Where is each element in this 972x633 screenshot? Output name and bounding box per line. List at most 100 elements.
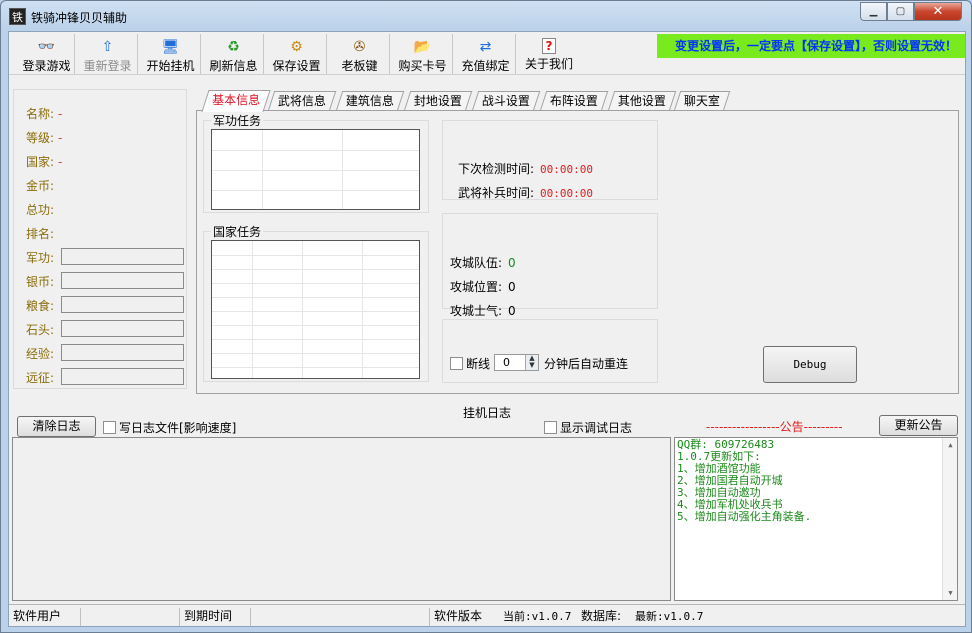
name-value: - (58, 107, 63, 121)
expedition-label: 远征: (26, 371, 55, 385)
next-check-row: 下次检测时间: 00:00:00 (458, 160, 593, 177)
tab-building-info[interactable]: 建筑信息 (335, 91, 405, 111)
reconnect-group (442, 319, 658, 383)
start-hangup-button[interactable]: 🖥 开始挂机 (141, 34, 201, 74)
tab-basic-info[interactable]: 基本信息 (201, 90, 271, 112)
reconnect-row: 断线 (450, 355, 490, 372)
country-row: 国家: - (26, 153, 62, 170)
refresh-info-button[interactable]: ♻ 刷新信息 (204, 34, 264, 74)
current-version-value: 当前:v1.0.7 (503, 610, 572, 623)
toolbar-label: 老板键 (341, 59, 378, 73)
write-log-option[interactable]: 写日志文件[影响速度] (103, 419, 236, 436)
food-label: 粮食: (26, 299, 55, 313)
rank-label: 排名: (26, 227, 55, 241)
refresh-icon: ♻ (227, 39, 240, 55)
country-task-list[interactable] (211, 240, 420, 379)
status-version-label: 软件版本 (429, 608, 482, 626)
show-debug-label: 显示调试日志 (560, 421, 633, 435)
scroll-up-icon[interactable]: ▲ (943, 438, 957, 452)
country-task-title: 国家任务 (211, 223, 264, 240)
write-log-checkbox[interactable] (103, 421, 116, 434)
recharge-bind-button[interactable]: ⇄ 充值绑定 (456, 34, 516, 74)
update-announcement-button[interactable]: 更新公告 (879, 415, 958, 436)
reconnect-minutes-value: 0 (503, 356, 510, 369)
about-us-button[interactable]: ? 关于我们 (519, 34, 579, 74)
basic-info-panel: 军功任务 国家任务 下次检测时间: 00:00:00 武将补兵时间: 00:00… (196, 110, 959, 394)
tab-fief-settings[interactable]: 封地设置 (403, 91, 473, 111)
login-icon: 👓 (37, 39, 56, 55)
siege-morale-value: 0 (508, 304, 516, 318)
replenish-row: 武将补兵时间: 00:00:00 (458, 184, 593, 201)
name-row: 名称: - (26, 105, 62, 122)
status-user-value (80, 608, 180, 626)
tab-label: 封地设置 (413, 94, 462, 108)
tab-chat-room[interactable]: 聊天室 (673, 91, 731, 111)
buy-card-icon: 📂 (413, 39, 432, 55)
experience-label: 经验: (26, 347, 55, 361)
announcement-header: -----------------公告--------- (706, 420, 843, 434)
toolbar-label: 登录游戏 (22, 59, 71, 73)
scroll-down-icon[interactable]: ▼ (943, 586, 957, 600)
save-settings-button[interactable]: ⚙ 保存设置 (267, 34, 327, 74)
toolbar-label: 关于我们 (524, 57, 573, 71)
announcement-scrollbar[interactable]: ▲ ▼ (942, 438, 957, 600)
relogin-button[interactable]: ⇧ 重新登录 (78, 34, 138, 74)
level-label: 等级: (26, 131, 55, 145)
next-check-value: 00:00:00 (540, 163, 594, 176)
status-bar: 软件用户 到期时间 软件版本 当前:v1.0.7 数据库: 最新:v1.0.7 (9, 604, 965, 626)
help-icon: ? (542, 38, 556, 54)
spinner-arrows-icon[interactable]: ▲ ▼ (525, 355, 538, 370)
toolbar-label: 保存设置 (272, 59, 321, 73)
expedition-field (61, 368, 184, 385)
tab-general-info[interactable]: 武将信息 (267, 91, 337, 111)
show-debug-option[interactable]: 显示调试日志 (544, 419, 632, 436)
siege-morale-label: 攻城士气: (450, 304, 503, 318)
siege-morale-row: 攻城士气: 0 (450, 302, 516, 319)
disconnect-checkbox[interactable] (450, 357, 463, 370)
tab-label: 战斗设置 (481, 94, 530, 108)
military-task-title: 军功任务 (211, 112, 264, 129)
country-value: - (58, 155, 63, 169)
show-debug-checkbox[interactable] (544, 421, 557, 434)
status-latest-version: 最新:v1.0.7 (631, 608, 703, 626)
login-game-button[interactable]: 👓 登录游戏 (19, 34, 75, 74)
player-info-panel: 名称: - 等级: - 国家: - 金币: 总功: 排名: 军功: 银币: 粮食: 石… (13, 89, 187, 389)
clear-log-button[interactable]: 清除日志 (17, 416, 96, 437)
disconnect-label: 断线 (466, 357, 491, 371)
country-label: 国家: (26, 155, 55, 169)
boss-key-button[interactable]: ✇ 老板键 (330, 34, 390, 74)
title-bar[interactable]: 铁 铁骑冲锋贝贝辅助 ▁ ▢ ✕ (1, 1, 971, 31)
announcement-area[interactable]: QQ群: 609726483 1.0.7更新如下: 1、增加酒馆功能 2、增加国… (674, 437, 958, 601)
tab-label: 其他设置 (617, 94, 666, 108)
minimize-button[interactable]: ▁ (860, 2, 887, 21)
tab-label: 基本信息 (212, 93, 261, 107)
tab-label: 布阵设置 (549, 94, 598, 108)
latest-version-value: 最新:v1.0.7 (635, 610, 704, 623)
buy-card-button[interactable]: 📂 购买卡号 (393, 34, 453, 74)
maximize-button[interactable]: ▢ (887, 2, 914, 21)
stone-label: 石头: (26, 323, 55, 337)
military-merit-label: 军功: (26, 251, 55, 265)
status-db-label: 数据库: (581, 609, 622, 623)
tab-strip: 基本信息 武将信息 建筑信息 封地设置 战斗设置 布阵设置 其他设置 聊天室 (193, 90, 965, 112)
debug-button[interactable]: Debug (763, 346, 857, 383)
military-task-list[interactable] (211, 129, 420, 210)
close-button[interactable]: ✕ (914, 2, 962, 21)
hangup-log-area[interactable] (12, 437, 671, 601)
save-settings-icon: ⚙ (290, 39, 303, 55)
stone-field (61, 320, 184, 337)
tab-battle-settings[interactable]: 战斗设置 (471, 91, 541, 111)
relogin-icon: ⇧ (101, 39, 114, 55)
reconnect-suffix: 分钟后自动重连 (544, 357, 629, 371)
tab-other-settings[interactable]: 其他设置 (607, 91, 677, 111)
tab-formation-settings[interactable]: 布阵设置 (539, 91, 609, 111)
gold-label: 金币: (26, 179, 55, 193)
write-log-label: 写日志文件[影响速度] (119, 421, 237, 435)
military-merit-field (61, 248, 184, 265)
level-value: - (58, 131, 63, 145)
toolbar: 👓 登录游戏 ⇧ 重新登录 🖥 开始挂机 ♻ 刷新信息 ⚙ 保存设置 ✇ 老板键 (9, 32, 965, 75)
next-check-label: 下次检测时间: (458, 162, 535, 176)
siege-team-row: 攻城队伍: 0 (450, 254, 516, 271)
siege-position-value: 0 (508, 280, 516, 294)
reconnect-minutes-spinner[interactable]: 0 ▲ ▼ (494, 354, 539, 371)
